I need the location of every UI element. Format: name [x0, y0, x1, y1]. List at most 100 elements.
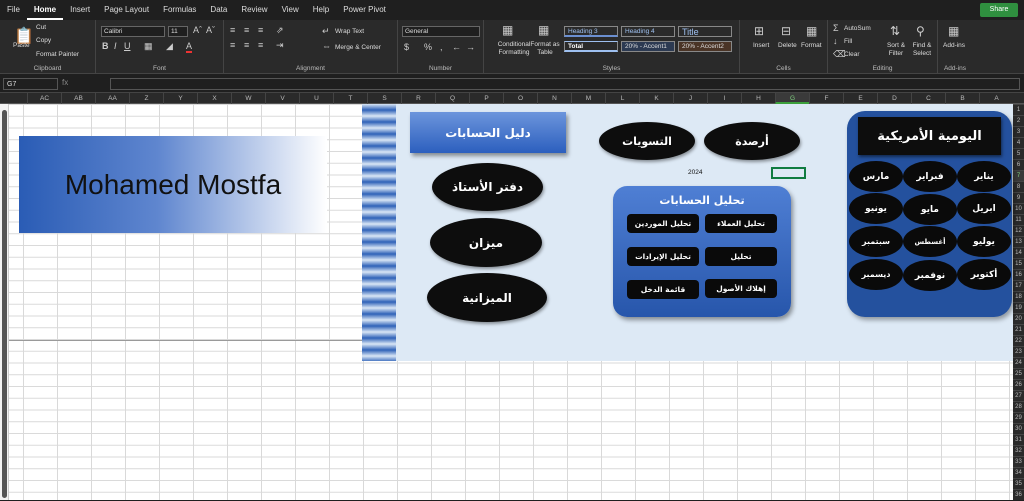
increase-font-icon[interactable]: Aˆ — [193, 25, 202, 35]
column-header[interactable]: O — [503, 93, 537, 104]
analysis-button[interactable]: تحليل — [705, 247, 777, 266]
paste-button[interactable]: Paste — [13, 42, 30, 49]
column-header[interactable]: AA — [95, 93, 129, 104]
column-header[interactable]: I — [707, 93, 741, 104]
selected-cell[interactable] — [771, 167, 806, 179]
column-header[interactable]: N — [537, 93, 571, 104]
font-color-icon[interactable]: A — [186, 41, 192, 53]
column-header[interactable]: AC — [27, 93, 61, 104]
merge-center-button[interactable]: Merge & Center — [335, 44, 381, 51]
menu-insert[interactable]: Insert — [63, 0, 97, 20]
row-header[interactable]: 26 — [1013, 379, 1024, 390]
font-name-select[interactable]: Calibri — [101, 26, 165, 37]
row-header[interactable]: 11 — [1013, 214, 1024, 225]
row-header[interactable]: 31 — [1013, 434, 1024, 445]
balances-button[interactable]: أرصدة — [704, 122, 800, 160]
menu-help[interactable]: Help — [306, 0, 336, 20]
underline-icon[interactable]: U — [124, 41, 131, 51]
row-header[interactable]: 5 — [1013, 148, 1024, 159]
comma-icon[interactable]: , — [440, 42, 443, 52]
column-header[interactable]: X — [197, 93, 231, 104]
row-header[interactable]: 3 — [1013, 126, 1024, 137]
menu-view[interactable]: View — [275, 0, 306, 20]
row-header[interactable]: 28 — [1013, 401, 1024, 412]
month-november[interactable]: نوفمبر — [903, 260, 957, 291]
style-accent1[interactable]: 20% - Accent1 — [621, 41, 675, 52]
percent-icon[interactable]: % — [424, 42, 432, 52]
column-header[interactable]: L — [605, 93, 639, 104]
ledger-button[interactable]: دفتر الأستاذ — [432, 163, 543, 211]
column-header[interactable]: B — [945, 93, 979, 104]
clear-button[interactable]: Clear — [844, 51, 860, 58]
column-header[interactable]: P — [469, 93, 503, 104]
fx-icon[interactable]: fx — [62, 78, 68, 87]
borders-icon[interactable]: ▦ — [144, 41, 153, 52]
column-header[interactable]: K — [639, 93, 673, 104]
row-header[interactable]: 23 — [1013, 346, 1024, 357]
row-header[interactable]: 17 — [1013, 280, 1024, 291]
row-header[interactable]: 18 — [1013, 291, 1024, 302]
wrap-text-button[interactable]: Wrap Text — [335, 28, 364, 35]
menu-data[interactable]: Data — [203, 0, 234, 20]
row-header[interactable]: 13 — [1013, 236, 1024, 247]
column-header[interactable]: D — [877, 93, 911, 104]
row-header[interactable]: 25 — [1013, 368, 1024, 379]
align-middle-icon[interactable]: ≡ — [244, 25, 249, 35]
calendar-title[interactable]: اليومية الأمريكية — [858, 117, 1001, 155]
month-february[interactable]: فبراير — [903, 161, 957, 192]
fill-color-icon[interactable]: ◢ — [166, 41, 173, 52]
column-header[interactable]: A — [979, 93, 1013, 104]
orientation-icon[interactable]: ⇗ — [276, 25, 284, 36]
row-header[interactable]: 6 — [1013, 159, 1024, 170]
month-december[interactable]: ديسمبر — [849, 259, 903, 290]
column-header[interactable]: S — [367, 93, 401, 104]
align-right-icon[interactable]: ≡ — [258, 40, 263, 50]
row-header[interactable]: 8 — [1013, 181, 1024, 192]
column-header[interactable]: E — [843, 93, 877, 104]
row-header[interactable]: 34 — [1013, 467, 1024, 478]
align-top-icon[interactable]: ≡ — [230, 25, 235, 35]
row-header[interactable]: 10 — [1013, 203, 1024, 214]
row-header[interactable]: 9 — [1013, 192, 1024, 203]
fill-button[interactable]: Fill — [844, 38, 852, 45]
row-header[interactable]: 24 — [1013, 357, 1024, 368]
column-header[interactable]: AB — [61, 93, 95, 104]
row-header[interactable]: 4 — [1013, 137, 1024, 148]
row-header[interactable]: 29 — [1013, 412, 1024, 423]
align-left-icon[interactable]: ≡ — [230, 40, 235, 50]
month-october[interactable]: أكتوبر — [957, 259, 1011, 290]
menu-page-layout[interactable]: Page Layout — [97, 0, 156, 20]
column-header[interactable]: Y — [163, 93, 197, 104]
row-header[interactable]: 22 — [1013, 335, 1024, 346]
cut-button[interactable]: Cut — [36, 24, 46, 31]
row-header[interactable]: 33 — [1013, 456, 1024, 467]
number-format-select[interactable]: General — [402, 26, 480, 37]
sort-filter-button[interactable]: Sort & Filter — [884, 42, 908, 58]
row-header[interactable]: 21 — [1013, 324, 1024, 335]
insert-cells-button[interactable]: Insert — [753, 42, 769, 49]
month-may[interactable]: مايو — [903, 194, 957, 225]
row-header[interactable]: 16 — [1013, 269, 1024, 280]
row-header[interactable]: 1 — [1013, 104, 1024, 115]
budget-button[interactable]: الميزانية — [427, 273, 547, 322]
row-header[interactable]: 35 — [1013, 478, 1024, 489]
month-april[interactable]: ابريل — [957, 193, 1011, 224]
column-header[interactable]: U — [299, 93, 333, 104]
menu-file[interactable]: File — [0, 0, 27, 20]
row-header[interactable]: 19 — [1013, 302, 1024, 313]
vertical-scrollbar[interactable] — [0, 104, 9, 500]
delete-cells-button[interactable]: Delete — [778, 42, 797, 49]
row-header[interactable]: 7 — [1013, 170, 1024, 181]
row-header[interactable]: 14 — [1013, 247, 1024, 258]
format-as-table-button[interactable]: Format as Table — [530, 41, 560, 57]
indent-icon[interactable]: ⇥ — [276, 40, 284, 51]
income-statement-button[interactable]: قائمة الدخل — [627, 280, 699, 299]
column-header[interactable]: T — [333, 93, 367, 104]
settlements-button[interactable]: التسويات — [599, 122, 695, 160]
decrease-decimal-icon[interactable]: → — [466, 42, 475, 52]
menu-power-pivot[interactable]: Power Pivot — [336, 0, 393, 20]
month-march[interactable]: مارس — [849, 161, 903, 192]
month-january[interactable]: يناير — [957, 161, 1011, 192]
copy-button[interactable]: Copy — [36, 37, 51, 44]
customers-analysis-button[interactable]: تحليل العملاء — [705, 214, 777, 233]
